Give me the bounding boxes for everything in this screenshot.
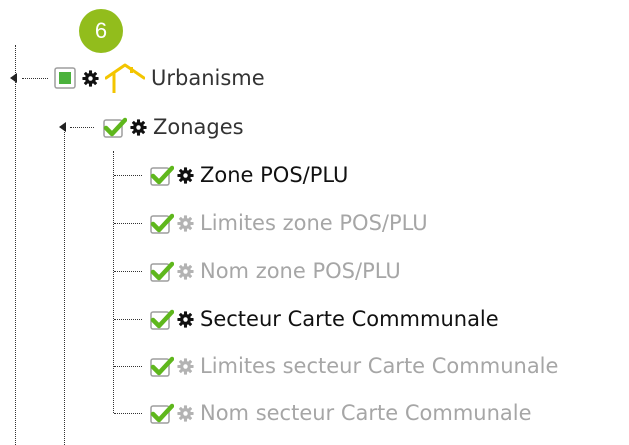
layer-label: Nom zone POS/PLU: [200, 259, 401, 283]
gear-icon[interactable]: [177, 404, 194, 422]
checked-checkbox-icon[interactable]: [150, 356, 174, 377]
tree-connector-layers: [113, 151, 114, 413]
gear-icon[interactable]: [177, 357, 194, 375]
checked-checkbox-icon[interactable]: [150, 213, 174, 234]
layer-label: Nom secteur Carte Communale: [200, 401, 532, 425]
collapse-arrow-icon[interactable]: [10, 73, 17, 83]
layer-item-nom-secteur-carte-communale[interactable]: Nom secteur Carte Communale: [150, 398, 532, 428]
partial-checkbox-icon[interactable]: [54, 67, 76, 89]
tree-connector-group-h: [70, 127, 94, 128]
gear-icon[interactable]: [177, 310, 194, 328]
tree-connector-root-h: [22, 78, 48, 79]
tree-connector-layer-h: [114, 319, 142, 320]
tree-connector-layer-h: [114, 175, 142, 176]
layer-label: Secteur Carte Commmunale: [200, 307, 499, 331]
step-badge: 6: [79, 9, 123, 53]
checked-checkbox-icon[interactable]: [150, 309, 174, 330]
layer-label: Zone POS/PLU: [200, 163, 349, 187]
tree-connector-layer-h: [114, 223, 142, 224]
tree-connector-group: [64, 126, 65, 445]
layer-item-limites-secteur-carte-communale[interactable]: Limites secteur Carte Communale: [150, 351, 558, 381]
layer-item-limites-zone-pos-plu[interactable]: Limites zone POS/PLU: [150, 208, 428, 238]
layer-item-nom-zone-pos-plu[interactable]: Nom zone POS/PLU: [150, 256, 401, 286]
tree-node-urbanisme[interactable]: Urbanisme: [54, 63, 265, 93]
collapse-arrow-icon[interactable]: [59, 122, 66, 132]
gear-icon[interactable]: [177, 166, 194, 184]
checked-checkbox-icon[interactable]: [150, 165, 174, 186]
checked-checkbox-icon[interactable]: [150, 261, 174, 282]
tree-connector-layer-h: [114, 366, 142, 367]
tree-node-zonages[interactable]: Zonages: [103, 112, 244, 142]
checked-checkbox-icon[interactable]: [103, 117, 127, 138]
tree-node-label: Urbanisme: [151, 66, 265, 90]
house-icon: [104, 63, 146, 93]
gear-icon[interactable]: [82, 69, 99, 87]
layer-item-secteur-carte-communale[interactable]: Secteur Carte Commmunale: [150, 304, 499, 334]
tree-connector-layer-h: [114, 271, 142, 272]
tree-connector-layer-h: [114, 413, 142, 414]
tree-connector-root: [15, 45, 16, 445]
gear-icon[interactable]: [177, 214, 194, 232]
gear-icon[interactable]: [177, 262, 194, 280]
checked-checkbox-icon[interactable]: [150, 403, 174, 424]
layer-label: Limites zone POS/PLU: [200, 211, 428, 235]
layer-label: Limites secteur Carte Communale: [200, 354, 559, 378]
layer-item-zone-pos-plu[interactable]: Zone POS/PLU: [150, 160, 348, 190]
tree-node-label: Zonages: [153, 115, 244, 139]
gear-icon[interactable]: [130, 118, 147, 136]
